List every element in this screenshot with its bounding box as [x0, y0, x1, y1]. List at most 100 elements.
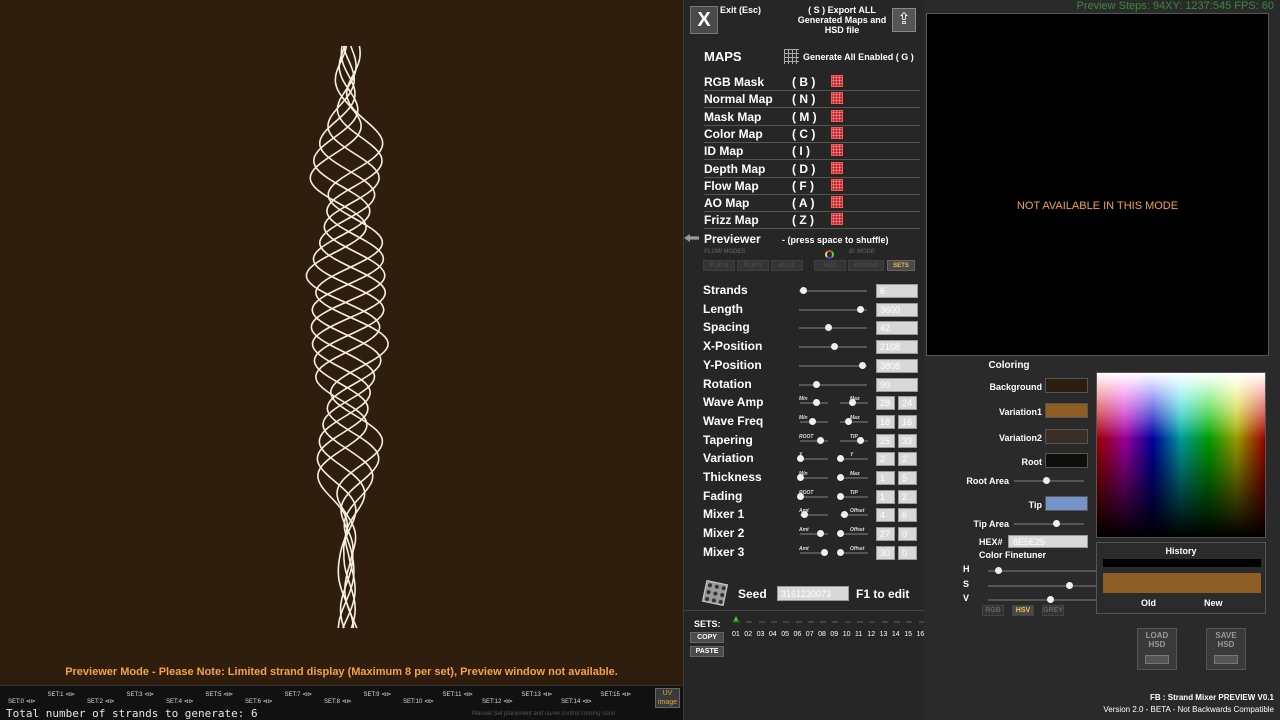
param-value-input-b[interactable]: 2	[898, 489, 917, 504]
color-mode-tab[interactable]: HSV	[1012, 605, 1034, 616]
map-enabled-checkbox[interactable]	[831, 196, 843, 209]
param-value-input-b[interactable]: 2	[898, 452, 917, 467]
set-number-button[interactable]: 11	[855, 631, 862, 638]
set-number-button[interactable]: 15	[904, 631, 912, 638]
tip-color-swatch[interactable]	[1045, 496, 1088, 511]
root-area-knob[interactable]	[1042, 477, 1050, 484]
map-enabled-checkbox[interactable]	[831, 75, 843, 87]
hsv-slider[interactable]	[988, 596, 1098, 603]
set-slot[interactable]: SET:11 ⊲⊳	[443, 691, 474, 698]
param-slider-a[interactable]: Min	[797, 471, 828, 481]
set-number-button[interactable]: 06	[794, 631, 802, 638]
strand-preview-canvas[interactable]: Previewer Mode - Please Note: Limited st…	[0, 0, 683, 685]
set-slot[interactable]: SET:13 ⊲⊳	[522, 691, 553, 698]
set-number-button[interactable]: 08	[818, 631, 826, 638]
preview-mode-button[interactable]: SETS	[887, 260, 915, 271]
tip-area-knob[interactable]	[1053, 520, 1060, 527]
slider-knob[interactable]	[994, 567, 1002, 574]
param-slider-b[interactable]: Offset	[837, 546, 868, 556]
map-row[interactable]: Normal Map ( N )	[704, 91, 920, 109]
param-value-input-a[interactable]: 30	[876, 545, 895, 560]
map-row[interactable]: RGB Mask ( B )	[704, 74, 920, 91]
param-value-input-a[interactable]: 28	[876, 396, 895, 411]
set-slot[interactable]: SET:12 ⊲⊳	[482, 698, 513, 705]
map-row[interactable]: Mask Map ( M )	[704, 109, 920, 126]
param-value-input-a[interactable]: 1	[876, 471, 895, 485]
set-slot[interactable]: SET:3 ⊲⊳	[127, 691, 155, 698]
param-slider-a[interactable]: X	[797, 452, 828, 463]
param-value-input[interactable]: 6	[876, 284, 918, 298]
slider-knob[interactable]	[812, 399, 820, 407]
param-slider-b[interactable]: Y	[837, 452, 868, 463]
param-slider-a[interactable]: Min	[799, 396, 828, 407]
set-number-button[interactable]: 01	[732, 631, 740, 638]
set-number-button[interactable]: 07	[806, 631, 814, 638]
slider-knob[interactable]	[840, 511, 848, 519]
param-value-input-b[interactable]: 0	[898, 527, 917, 542]
seed-input[interactable]: 3161230073	[777, 586, 849, 601]
param-slider-a[interactable]: Amt	[799, 508, 828, 519]
copy-set-button[interactable]: COPY	[690, 632, 724, 643]
param-value-input-b[interactable]: 5	[898, 471, 917, 485]
save-hsd-button[interactable]: SAVE HSD	[1206, 628, 1246, 670]
param-value-input[interactable]: 42	[876, 321, 918, 336]
param-slider-a[interactable]: ROOT	[797, 490, 828, 500]
slider-knob[interactable]	[837, 548, 844, 556]
set-slot[interactable]: SET:4 ⊲⊳	[166, 698, 194, 705]
slider-knob[interactable]	[800, 287, 808, 294]
slider-knob[interactable]	[837, 530, 844, 538]
slider-knob[interactable]	[1046, 596, 1054, 603]
param-slider-a[interactable]: ROOT	[799, 434, 828, 444]
param-slider[interactable]	[799, 324, 867, 332]
preview-mode-button[interactable]: STRAND	[848, 260, 884, 271]
root-color-swatch[interactable]	[1045, 453, 1088, 468]
param-value-input-a[interactable]: 18	[876, 414, 895, 429]
hsv-slider[interactable]	[988, 567, 1098, 574]
set-number-button[interactable]: 10	[843, 631, 851, 638]
preview-mode-button[interactable]: FLIP X	[703, 260, 735, 271]
set-slot[interactable]: SET:0 ⊲⊳	[8, 698, 36, 705]
param-value-input-a[interactable]: 25	[876, 433, 895, 448]
param-slider[interactable]	[799, 305, 867, 313]
generate-all-button[interactable]: Generate All Enabled ( G )	[803, 52, 914, 62]
map-enabled-checkbox[interactable]	[831, 144, 843, 157]
map-row[interactable]: AO Map ( A )	[704, 195, 920, 213]
param-slider[interactable]	[799, 380, 867, 388]
param-value-input-a[interactable]: 27	[876, 527, 895, 542]
map-row[interactable]: Color Map ( C )	[704, 126, 920, 143]
map-enabled-checkbox[interactable]	[831, 126, 843, 139]
tip-area-slider[interactable]	[1014, 520, 1084, 527]
old-color-swatch[interactable]	[1103, 559, 1261, 567]
param-slider-b[interactable]: Max	[840, 415, 868, 425]
hsv-slider[interactable]	[988, 581, 1098, 589]
set-number-button[interactable]: 05	[781, 631, 789, 638]
map-enabled-checkbox[interactable]	[831, 92, 843, 105]
root-area-slider[interactable]	[1014, 477, 1084, 484]
exit-button[interactable]: X	[690, 6, 718, 34]
param-value-input-a[interactable]: 2	[876, 452, 895, 467]
variation1-color-swatch[interactable]	[1045, 403, 1088, 418]
param-slider-b[interactable]: Offset	[840, 508, 868, 519]
map-row[interactable]: Frizz Map ( Z )	[704, 212, 920, 230]
background-color-swatch[interactable]	[1045, 378, 1088, 393]
param-slider-a[interactable]: Amt	[799, 546, 829, 556]
param-value-input[interactable]: 3600	[876, 302, 918, 317]
color-mode-tab[interactable]: RGB	[982, 605, 1004, 616]
param-slider-b[interactable]: Max	[840, 396, 868, 407]
slider-knob[interactable]	[821, 548, 829, 556]
new-color-swatch[interactable]	[1103, 573, 1261, 593]
set-slot[interactable]: SET:9 ⊲⊳	[364, 691, 392, 698]
param-value-input-b[interactable]: 0	[898, 545, 917, 560]
preview-mode-button[interactable]: BLUE	[771, 260, 803, 271]
param-value-input-b[interactable]: 16	[898, 414, 917, 429]
param-slider[interactable]	[799, 343, 867, 351]
dice-icon[interactable]	[701, 579, 729, 607]
set-number-button[interactable]: 04	[769, 631, 777, 638]
slider-knob[interactable]	[859, 361, 867, 369]
param-slider-b[interactable]: TIP	[837, 490, 868, 500]
param-value-input-a[interactable]: 4	[876, 508, 895, 523]
color-mode-tab[interactable]: GREY	[1042, 605, 1064, 616]
set-slot[interactable]: SET:1 ⊲⊳	[48, 691, 76, 698]
color-picker-gradient[interactable]	[1096, 372, 1266, 538]
param-value-input[interactable]: 90	[876, 377, 918, 392]
